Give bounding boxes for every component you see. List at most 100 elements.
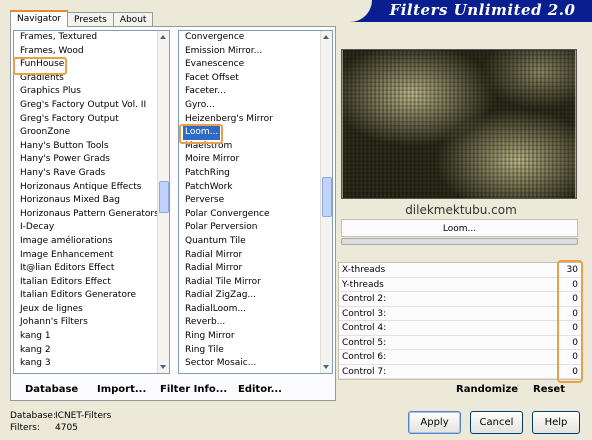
filters-info: Filters: 4705	[10, 423, 78, 433]
control-label: X-threads	[342, 265, 386, 275]
control-label: Control 3:	[342, 308, 387, 319]
control-row[interactable]: Control 3: 0	[339, 307, 581, 321]
category-item[interactable]: Graphics Plus	[14, 85, 157, 99]
filter-scrollbar[interactable]	[320, 31, 332, 373]
category-item[interactable]: I-Decay	[14, 221, 157, 235]
filter-item[interactable]: Evanescence	[179, 58, 320, 72]
filter-item[interactable]: Ring Mirror	[179, 330, 320, 344]
filters-value: 4705	[55, 423, 78, 433]
filter-item[interactable]: Ring Tile	[179, 344, 320, 358]
cancel-button[interactable]: Cancel	[470, 411, 523, 434]
database-label: Database:	[10, 411, 56, 421]
control-row[interactable]: Control 2: 0	[339, 292, 581, 307]
category-item[interactable]: Image améliorations	[14, 235, 157, 249]
category-scrollbar[interactable]	[157, 31, 169, 373]
control-label: Control 6:	[342, 352, 387, 362]
filter-item[interactable]: Perverse	[179, 194, 320, 208]
category-item[interactable]: Jeux de lignes	[14, 303, 157, 317]
filter-scroll-thumb[interactable]	[322, 177, 332, 217]
control-label: Control 2:	[342, 294, 387, 304]
editor-button[interactable]: Editor...	[238, 384, 282, 395]
category-items: Frames, Textured Frames, Wood FunHouse Grad…	[14, 31, 159, 371]
filter-item[interactable]: Emission Mirror...	[179, 45, 320, 59]
control-label: Control 5:	[342, 337, 387, 348]
category-scroll-thumb[interactable]	[159, 181, 169, 213]
category-item[interactable]: Johann's Filters	[14, 316, 157, 330]
category-item[interactable]: Italian Editors Generatore	[14, 289, 157, 303]
apply-button[interactable]: Apply	[408, 411, 461, 434]
category-list[interactable]: Frames, Textured Frames, Wood FunHouse Grad…	[13, 30, 170, 374]
reset-button[interactable]: Reset	[533, 384, 565, 395]
control-label: Y-threads	[342, 279, 384, 290]
category-item[interactable]: Image Enhancement	[14, 249, 157, 263]
filter-item[interactable]: Radial ZigZag...	[179, 289, 320, 303]
tab-presets[interactable]: Presets	[67, 12, 114, 27]
values-highlight-frame	[557, 260, 583, 383]
category-item[interactable]: Horizonaus Pattern Generators	[14, 208, 159, 222]
control-row[interactable]: Control 4: 0	[339, 321, 581, 336]
category-item[interactable]: Hany's Power Grads	[14, 153, 157, 167]
category-item[interactable]: Greg's Factory Output	[14, 113, 157, 127]
category-item[interactable]: Hany's Button Tools	[14, 140, 157, 154]
randomize-button[interactable]: Randomize	[456, 384, 518, 395]
category-item[interactable]: Horizonaus Antique Effects	[14, 181, 157, 195]
preview-scrollbar[interactable]	[341, 238, 578, 245]
filter-item[interactable]: Sector Mosaic...	[179, 357, 320, 371]
app-title: Filters Unlimited 2.0	[389, 1, 576, 19]
category-item[interactable]: kang 1	[14, 330, 157, 344]
import-button[interactable]: Import...	[97, 384, 146, 395]
tab-bar: Navigator Presets About	[10, 10, 154, 27]
category-item[interactable]: kang 2	[14, 344, 157, 358]
controls-panel: X-threads 30 Y-threads 0 Control 2: 0 Control …	[338, 262, 582, 380]
filter-list[interactable]: Convergence Emission Mirror... Evanescence…	[178, 30, 333, 374]
filter-item[interactable]: Radial Tile Mirror	[179, 276, 320, 290]
filter-info-button[interactable]: Filter Info...	[160, 384, 227, 395]
category-item[interactable]: kang 3	[14, 357, 157, 371]
filter-item[interactable]: PatchRing	[179, 167, 320, 181]
filter-item[interactable]: Moire Mirror	[179, 153, 320, 167]
filter-item[interactable]: Gyro...	[179, 99, 320, 113]
filter-item[interactable]: RadialLoom...	[179, 303, 320, 317]
filter-item[interactable]: Reverb...	[179, 316, 320, 330]
control-row[interactable]: Control 5: 0	[339, 336, 581, 350]
category-item[interactable]: It@lian Editors Effect	[14, 262, 157, 276]
filter-item[interactable]: Faceter...	[179, 85, 320, 99]
filter-item[interactable]: Convergence	[179, 31, 320, 45]
tab-navigator[interactable]: Navigator	[10, 10, 69, 27]
scroll-up-icon[interactable]	[323, 35, 329, 39]
category-item[interactable]: Italian Editors Effect	[14, 276, 157, 290]
scroll-up-icon[interactable]	[160, 35, 166, 39]
control-label: Control 4:	[342, 323, 387, 333]
category-item[interactable]: GroonZone	[14, 126, 157, 140]
category-item[interactable]: Hany's Rave Grads	[14, 167, 157, 181]
filter-item[interactable]: Radial Mirror	[179, 262, 320, 276]
filter-item[interactable]: Polar Convergence	[179, 208, 320, 222]
scroll-down-icon[interactable]	[323, 365, 329, 369]
preview-image	[341, 49, 577, 199]
filter-item[interactable]: Radial Mirror	[179, 249, 320, 263]
category-item[interactable]: Frames, Textured	[14, 31, 157, 45]
control-row[interactable]: Control 7: 0	[339, 365, 581, 379]
help-button[interactable]: Help	[532, 411, 580, 434]
category-item[interactable]: Horizonaus Mixed Bag	[14, 194, 157, 208]
control-row[interactable]: Control 6: 0	[339, 350, 581, 365]
filter-name-display: Loom...	[341, 219, 578, 237]
category-item[interactable]: Greg's Factory Output Vol. II	[14, 99, 157, 113]
control-row[interactable]: Y-threads 0	[339, 278, 581, 292]
database-value: ICNET-Filters	[55, 411, 112, 421]
filter-item[interactable]: PatchWork	[179, 181, 320, 195]
scroll-down-icon[interactable]	[160, 365, 166, 369]
filter-highlight-frame	[179, 124, 223, 144]
tab-about[interactable]: About	[112, 12, 154, 27]
database-button[interactable]: Database	[25, 384, 78, 395]
control-label: Control 7:	[342, 366, 387, 377]
filter-item[interactable]: Polar Perversion	[179, 221, 320, 235]
category-highlight-frame	[13, 57, 67, 75]
filters-label: Filters:	[10, 423, 41, 433]
filter-item[interactable]: Quantum Tile	[179, 235, 320, 249]
watermark-text: dilekmektubu.com	[405, 203, 517, 217]
filter-item[interactable]: Facet Offset	[179, 72, 320, 86]
control-row[interactable]: X-threads 30	[339, 263, 581, 278]
filter-items: Convergence Emission Mirror... Evanescence…	[179, 31, 320, 371]
database-info: Database: ICNET-Filters	[10, 411, 111, 421]
